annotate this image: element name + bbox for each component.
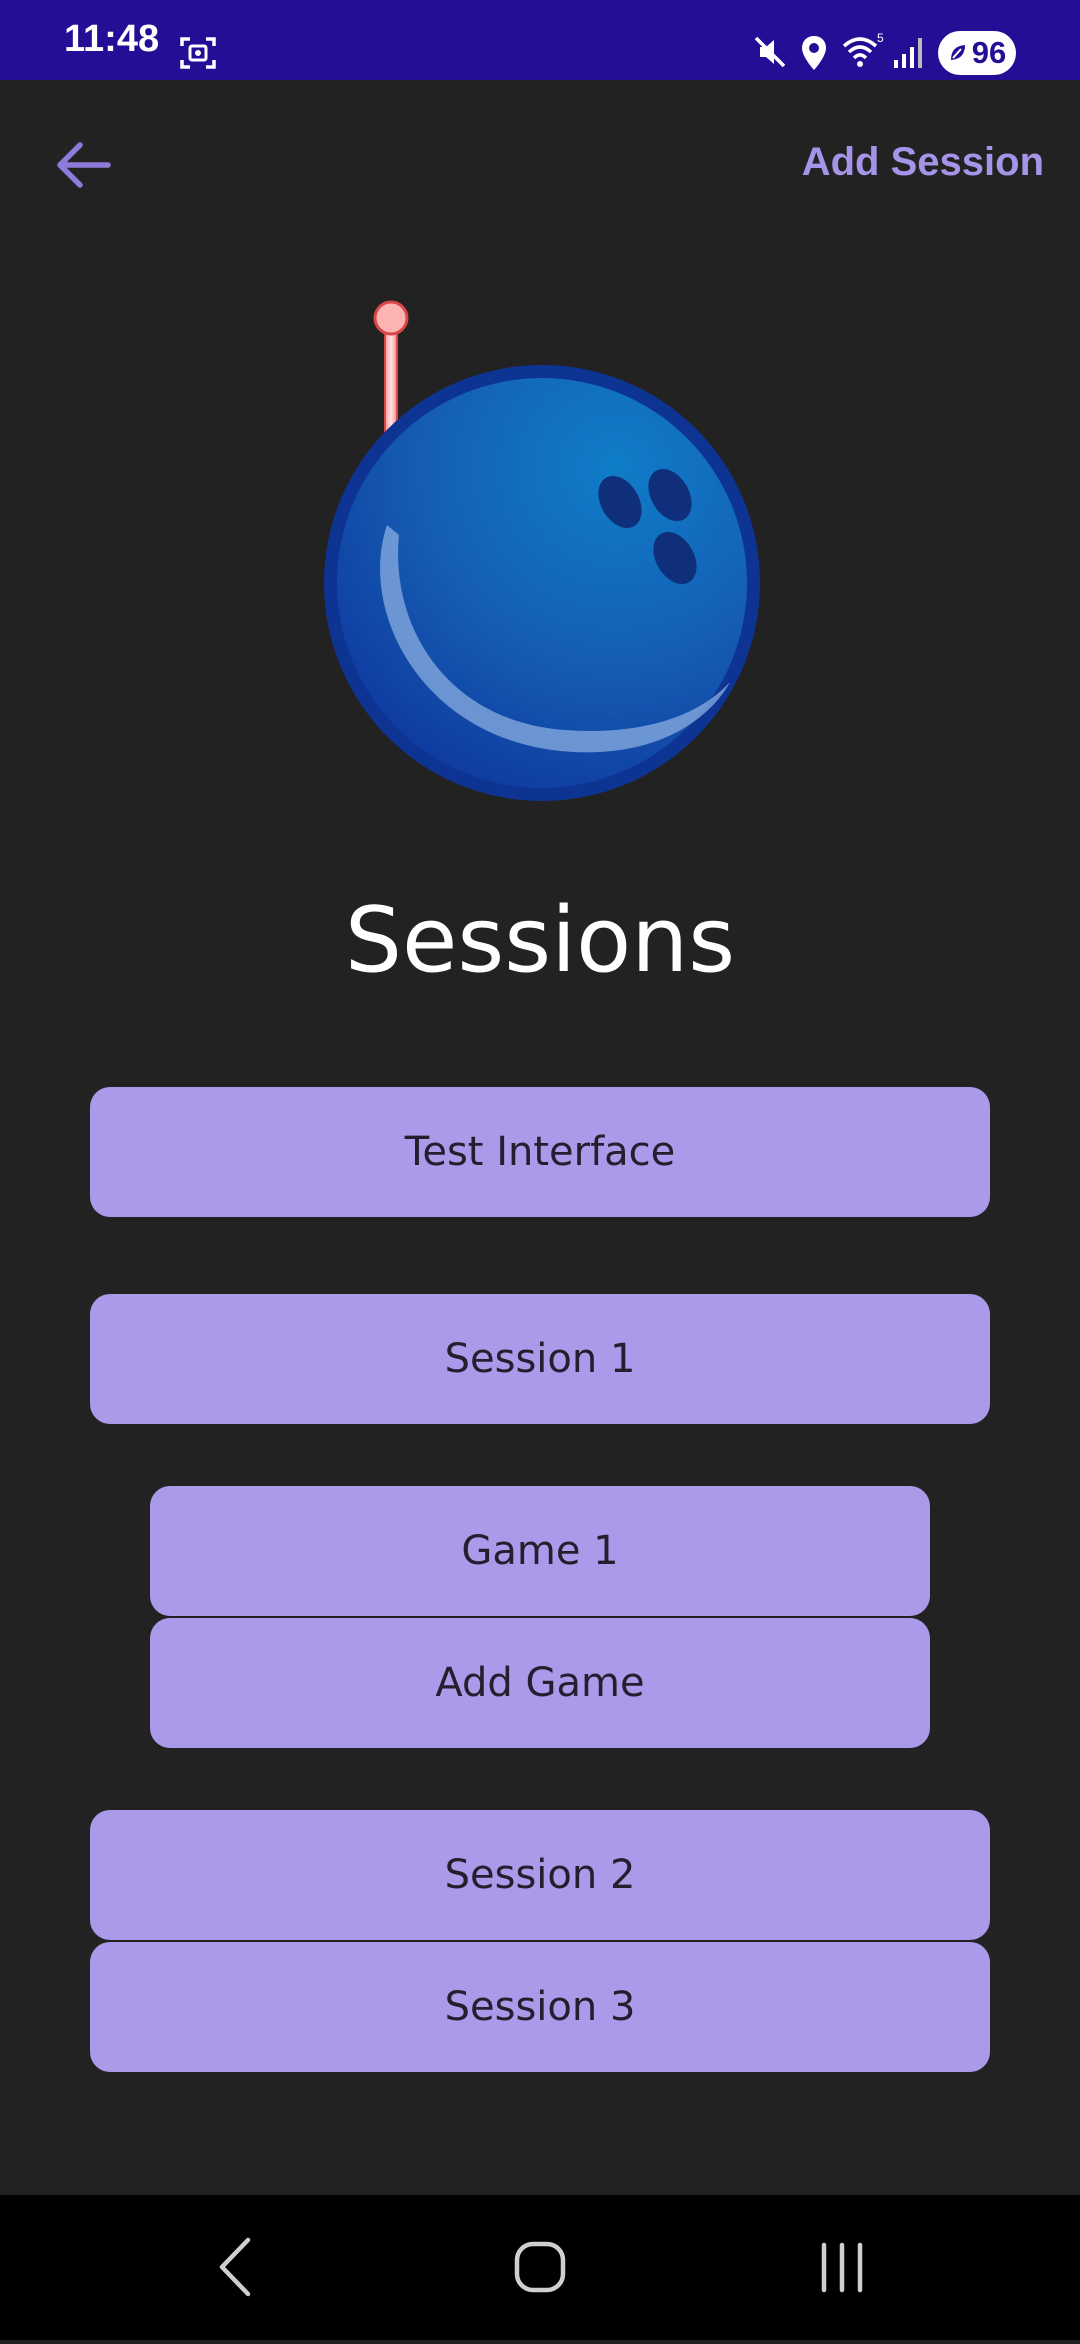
status-time: 11:48 bbox=[64, 18, 160, 60]
session-item-test-interface[interactable]: Test Interface bbox=[90, 1087, 990, 1217]
nav-back-button[interactable] bbox=[178, 2195, 298, 2340]
nav-home-button[interactable] bbox=[480, 2195, 600, 2340]
session-item-label: Session 2 bbox=[444, 1852, 636, 1898]
wifi-icon: 5 bbox=[842, 32, 884, 67]
battery-saver-icon bbox=[950, 45, 965, 60]
nav-back-icon bbox=[219, 2237, 251, 2297]
nav-recents-icon bbox=[821, 2242, 863, 2293]
add-session-button[interactable]: Add Session bbox=[802, 140, 1044, 185]
nav-recents-button[interactable] bbox=[782, 2195, 902, 2340]
signal-icon bbox=[894, 38, 922, 68]
svg-text:5: 5 bbox=[877, 32, 884, 45]
nav-home-icon bbox=[514, 2241, 566, 2293]
page-title: Sessions bbox=[344, 888, 736, 993]
session-item-session-3[interactable]: Session 3 bbox=[90, 1942, 990, 2072]
add-game-label: Add Game bbox=[435, 1660, 645, 1706]
back-button[interactable] bbox=[48, 130, 118, 200]
bowling-ball-icon bbox=[324, 300, 760, 801]
session-item-session-2[interactable]: Session 2 bbox=[90, 1810, 990, 1940]
arrow-back-icon bbox=[57, 142, 111, 188]
game-item-label: Game 1 bbox=[461, 1528, 619, 1574]
battery-indicator: 96 bbox=[938, 31, 1016, 75]
session-item-label: Session 1 bbox=[444, 1336, 636, 1382]
session-item-label: Session 3 bbox=[444, 1984, 636, 2030]
game-item-game-1[interactable]: Game 1 bbox=[150, 1486, 930, 1616]
session-item-label: Test Interface bbox=[404, 1129, 676, 1175]
session-item-session-1[interactable]: Session 1 bbox=[90, 1294, 990, 1424]
screenshot-icon bbox=[180, 37, 216, 69]
system-nav-bar bbox=[0, 2195, 1080, 2340]
add-game-button[interactable]: Add Game bbox=[150, 1618, 930, 1748]
status-bar: 11:48 5 96 bbox=[0, 0, 1080, 80]
location-icon bbox=[802, 36, 826, 70]
battery-level: 96 bbox=[971, 35, 1007, 70]
mute-icon bbox=[754, 36, 786, 68]
app-bar: Add Session bbox=[0, 80, 1080, 250]
